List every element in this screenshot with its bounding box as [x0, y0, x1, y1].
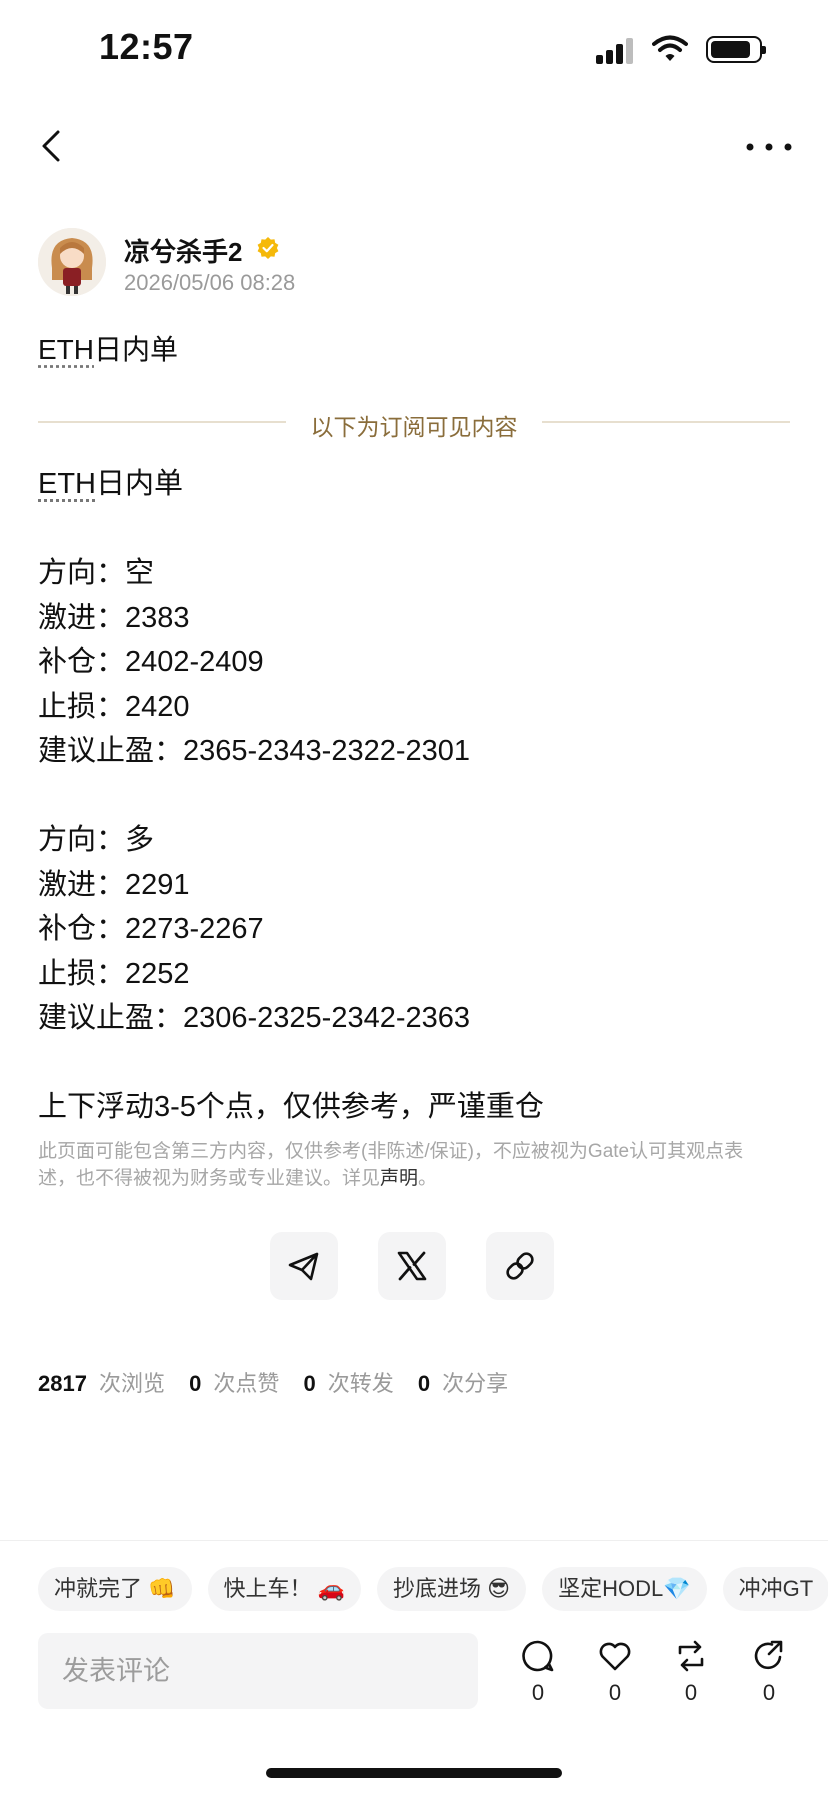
author-name[interactable]: 凉兮杀手2 [124, 232, 242, 269]
disclaimer-link[interactable]: 声明 [380, 1168, 418, 1189]
top-nav [0, 110, 828, 190]
body-line: 止损：2420 [38, 690, 190, 723]
shares-label: 次分享 [442, 1371, 509, 1396]
back-button[interactable] [34, 126, 74, 166]
share-count: 0 [762, 1680, 776, 1705]
disclaimer-end: 。 [418, 1168, 438, 1189]
comment-button[interactable]: 0 [513, 1639, 563, 1706]
telegram-icon [288, 1252, 319, 1281]
comment-count: 0 [531, 1680, 545, 1705]
comment-input[interactable] [38, 1633, 478, 1709]
quick-reply-chip[interactable]: 坚定HODL💎 [542, 1567, 707, 1611]
post-body: ETH日内单 方向：空 激进：2383 补仓：2402-2409 止损：2420… [38, 462, 798, 1130]
quick-reply-chip[interactable]: 冲冲GT [722, 1567, 828, 1611]
divider-label: 以下为订阅可见内容 [310, 414, 518, 440]
body-line: 补仓：2273-2267 [38, 913, 264, 945]
reposts-count: 0 [303, 1371, 316, 1396]
body-line: 建议止盈：2306-2325-2342-2363 [38, 1002, 471, 1034]
reposts-label: 次转发 [327, 1371, 394, 1396]
link-icon [506, 1252, 534, 1280]
body-title-text: 日内单 [96, 468, 184, 500]
copy-link-button[interactable] [486, 1232, 554, 1300]
repost-button[interactable]: 0 [666, 1639, 716, 1706]
views-count: 2817 [38, 1371, 87, 1396]
disclaimer: 此页面可能包含第三方内容，仅供参考(非陈述/保证)，不应被视为Gate认可其观点… [38, 1138, 778, 1192]
wifi-icon [652, 35, 688, 61]
like-count: 0 [608, 1680, 622, 1705]
body-line: 止损：2252 [38, 957, 190, 990]
body-line: 建议止盈：2365-2343-2322-2301 [38, 735, 471, 767]
status-time: 12:57 [99, 26, 194, 67]
body-line: 补仓：2402-2409 [38, 646, 264, 678]
share-button[interactable]: 0 [744, 1639, 794, 1706]
subscription-divider: 以下为订阅可见内容 [38, 402, 790, 442]
battery-icon [706, 36, 766, 63]
post-timestamp: 2026/05/06 08:28 [124, 270, 296, 295]
repost-icon [678, 1640, 704, 1672]
more-button[interactable] [744, 132, 794, 162]
post-title-text: 日内单 [94, 334, 179, 365]
status-bar: 12:57 [0, 0, 828, 100]
share-row [270, 1232, 560, 1302]
likes-count: 0 [189, 1371, 202, 1396]
share-telegram-button[interactable] [270, 1232, 338, 1300]
share-icon [754, 1640, 783, 1670]
share-x-button[interactable] [378, 1232, 446, 1300]
body-ticker-link[interactable]: ETH [38, 468, 96, 500]
body-line: 激进：2383 [38, 601, 190, 634]
post-title: ETH日内单 [38, 328, 178, 368]
body-line: 方向：空 [38, 557, 155, 589]
shares-count: 0 [417, 1371, 431, 1396]
like-button[interactable]: 0 [590, 1639, 640, 1706]
body-line: 方向：多 [38, 824, 155, 856]
body-title: ETH日内单 [38, 462, 798, 507]
heart-icon [599, 1642, 631, 1671]
body-line: 激进：2291 [38, 868, 190, 901]
body-note: 上下浮动3-5个点，仅供参考，严谨重仓 [38, 1091, 544, 1123]
x-logo-icon [397, 1251, 427, 1281]
cellular-signal-icon [596, 38, 636, 64]
avatar[interactable] [38, 228, 106, 296]
home-indicator [266, 1768, 562, 1778]
quick-reply-chip[interactable]: 快上车！ 🚗 [207, 1567, 362, 1611]
likes-label: 次点赞 [213, 1371, 280, 1396]
quick-reply-chips: 冲就完了 👊 快上车！ 🚗 抄底进场 😎 坚定HODL💎 冲冲GT [38, 1567, 828, 1615]
bottom-bar: 冲就完了 👊 快上车！ 🚗 抄底进场 😎 坚定HODL💎 冲冲GT 0 0 0 0 [0, 1540, 828, 1793]
quick-reply-chip[interactable]: 抄底进场 😎 [377, 1567, 527, 1611]
quick-reply-chip[interactable]: 冲就完了 👊 [38, 1567, 192, 1611]
views-label: 次浏览 [98, 1371, 165, 1396]
repost-count: 0 [684, 1680, 698, 1705]
comment-icon [522, 1640, 554, 1672]
post-stats: 2817 次浏览 0 次点赞 0 次转发 0 次分享 [38, 1366, 526, 1398]
verified-badge-icon [257, 237, 279, 259]
ticker-link[interactable]: ETH [38, 334, 94, 365]
